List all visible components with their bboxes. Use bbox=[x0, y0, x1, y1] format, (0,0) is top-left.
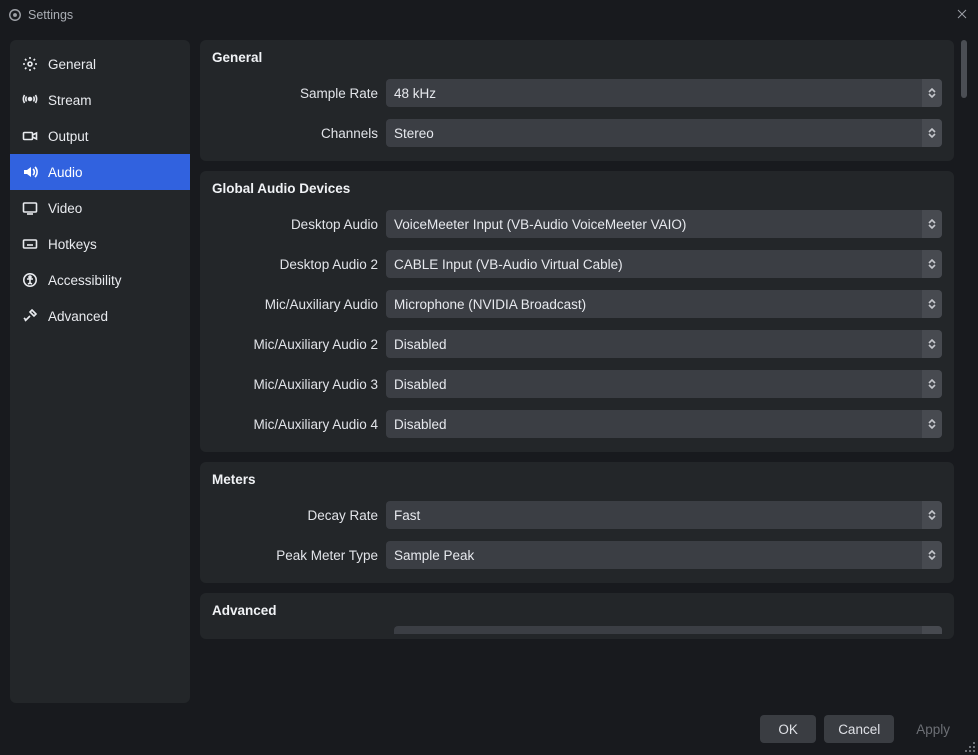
sidebar-item-advanced[interactable]: Advanced bbox=[10, 298, 190, 334]
select-value: Disabled bbox=[394, 337, 447, 352]
stepper-icon bbox=[922, 119, 942, 147]
row-decay-rate: Decay Rate Fast bbox=[212, 501, 942, 529]
sidebar-item-audio[interactable]: Audio bbox=[10, 154, 190, 190]
select-value: CABLE Input (VB-Audio Virtual Cable) bbox=[394, 257, 623, 272]
tools-icon bbox=[22, 308, 38, 324]
group-title: Global Audio Devices bbox=[212, 181, 942, 196]
sidebar-item-label: General bbox=[48, 57, 96, 72]
settings-scroll: General Sample Rate 48 kHz Channels Ster… bbox=[200, 40, 968, 703]
group-title: General bbox=[212, 50, 942, 65]
gear-icon bbox=[22, 56, 38, 72]
row-sample-rate: Sample Rate 48 kHz bbox=[212, 79, 942, 107]
select-mic-1[interactable]: Microphone (NVIDIA Broadcast) bbox=[386, 290, 942, 318]
app-icon bbox=[8, 8, 22, 22]
label-sample-rate: Sample Rate bbox=[212, 86, 386, 101]
row-mic-2: Mic/Auxiliary Audio 2 Disabled bbox=[212, 330, 942, 358]
row-mic-3: Mic/Auxiliary Audio 3 Disabled bbox=[212, 370, 942, 398]
stepper-icon bbox=[922, 290, 942, 318]
group-meters: Meters Decay Rate Fast Peak Meter Type S… bbox=[200, 462, 954, 583]
sidebar-item-label: Audio bbox=[48, 165, 83, 180]
settings-sidebar: General Stream Output Audio Video bbox=[10, 40, 190, 703]
broadcast-icon bbox=[22, 92, 38, 108]
stepper-icon bbox=[922, 370, 942, 398]
sidebar-item-general[interactable]: General bbox=[10, 46, 190, 82]
select-value: 48 kHz bbox=[394, 86, 436, 101]
window-title: Settings bbox=[28, 8, 73, 22]
sidebar-item-label: Advanced bbox=[48, 309, 108, 324]
select-partial[interactable] bbox=[394, 626, 942, 634]
label-mic-4: Mic/Auxiliary Audio 4 bbox=[212, 417, 386, 432]
label-mic-3: Mic/Auxiliary Audio 3 bbox=[212, 377, 386, 392]
stepper-icon bbox=[922, 250, 942, 278]
ok-button[interactable]: OK bbox=[760, 715, 816, 743]
select-channels[interactable]: Stereo bbox=[386, 119, 942, 147]
group-devices: Global Audio Devices Desktop Audio Voice… bbox=[200, 171, 954, 452]
row-mic-1: Mic/Auxiliary Audio Microphone (NVIDIA B… bbox=[212, 290, 942, 318]
stepper-icon bbox=[922, 210, 942, 238]
select-value: Microphone (NVIDIA Broadcast) bbox=[394, 297, 586, 312]
label-channels: Channels bbox=[212, 126, 386, 141]
label-mic-2: Mic/Auxiliary Audio 2 bbox=[212, 337, 386, 352]
select-value: VoiceMeeter Input (VB-Audio VoiceMeeter … bbox=[394, 217, 686, 232]
select-peak-meter[interactable]: Sample Peak bbox=[386, 541, 942, 569]
label-mic-1: Mic/Auxiliary Audio bbox=[212, 297, 386, 312]
sidebar-item-video[interactable]: Video bbox=[10, 190, 190, 226]
group-title: Advanced bbox=[212, 603, 942, 618]
row-channels: Channels Stereo bbox=[212, 119, 942, 147]
sidebar-item-output[interactable]: Output bbox=[10, 118, 190, 154]
scrollbar-thumb[interactable] bbox=[961, 40, 967, 98]
dialog-footer: OK Cancel Apply bbox=[0, 703, 978, 755]
row-desktop-audio-2: Desktop Audio 2 CABLE Input (VB-Audio Vi… bbox=[212, 250, 942, 278]
select-mic-4[interactable]: Disabled bbox=[386, 410, 942, 438]
select-value: Fast bbox=[394, 508, 420, 523]
label-desktop-audio: Desktop Audio bbox=[212, 217, 386, 232]
vertical-scrollbar[interactable] bbox=[960, 40, 968, 664]
accessibility-icon bbox=[22, 272, 38, 288]
stepper-icon bbox=[922, 541, 942, 569]
stepper-icon bbox=[922, 501, 942, 529]
cancel-button[interactable]: Cancel bbox=[824, 715, 894, 743]
sidebar-item-label: Hotkeys bbox=[48, 237, 97, 252]
keyboard-icon bbox=[22, 236, 38, 252]
sidebar-item-stream[interactable]: Stream bbox=[10, 82, 190, 118]
label-decay-rate: Decay Rate bbox=[212, 508, 386, 523]
row-desktop-audio: Desktop Audio VoiceMeeter Input (VB-Audi… bbox=[212, 210, 942, 238]
speaker-icon bbox=[22, 164, 38, 180]
select-value: Sample Peak bbox=[394, 548, 474, 563]
row-peak-meter: Peak Meter Type Sample Peak bbox=[212, 541, 942, 569]
camera-icon bbox=[22, 128, 38, 144]
stepper-icon bbox=[922, 410, 942, 438]
select-decay-rate[interactable]: Fast bbox=[386, 501, 942, 529]
row-mic-4: Mic/Auxiliary Audio 4 Disabled bbox=[212, 410, 942, 438]
select-value: Disabled bbox=[394, 417, 447, 432]
resize-grip[interactable] bbox=[964, 741, 976, 753]
label-peak-meter: Peak Meter Type bbox=[212, 548, 386, 563]
stepper-icon bbox=[922, 330, 942, 358]
sidebar-item-hotkeys[interactable]: Hotkeys bbox=[10, 226, 190, 262]
group-advanced: Advanced bbox=[200, 593, 954, 639]
sidebar-item-label: Stream bbox=[48, 93, 92, 108]
titlebar: Settings bbox=[0, 0, 978, 30]
group-title: Meters bbox=[212, 472, 942, 487]
select-sample-rate[interactable]: 48 kHz bbox=[386, 79, 942, 107]
apply-button[interactable]: Apply bbox=[902, 715, 964, 743]
sidebar-item-accessibility[interactable]: Accessibility bbox=[10, 262, 190, 298]
sidebar-item-label: Video bbox=[48, 201, 82, 216]
settings-content: General Sample Rate 48 kHz Channels Ster… bbox=[200, 40, 968, 703]
sidebar-item-label: Output bbox=[48, 129, 89, 144]
label-desktop-audio-2: Desktop Audio 2 bbox=[212, 257, 386, 272]
close-button[interactable] bbox=[952, 4, 972, 24]
select-desktop-audio-2[interactable]: CABLE Input (VB-Audio Virtual Cable) bbox=[386, 250, 942, 278]
sidebar-item-label: Accessibility bbox=[48, 273, 122, 288]
select-value: Disabled bbox=[394, 377, 447, 392]
stepper-icon bbox=[922, 79, 942, 107]
group-general: General Sample Rate 48 kHz Channels Ster… bbox=[200, 40, 954, 161]
dialog-body: General Stream Output Audio Video bbox=[0, 30, 978, 703]
monitor-icon bbox=[22, 200, 38, 216]
select-mic-2[interactable]: Disabled bbox=[386, 330, 942, 358]
select-value: Stereo bbox=[394, 126, 434, 141]
select-mic-3[interactable]: Disabled bbox=[386, 370, 942, 398]
select-desktop-audio[interactable]: VoiceMeeter Input (VB-Audio VoiceMeeter … bbox=[386, 210, 942, 238]
